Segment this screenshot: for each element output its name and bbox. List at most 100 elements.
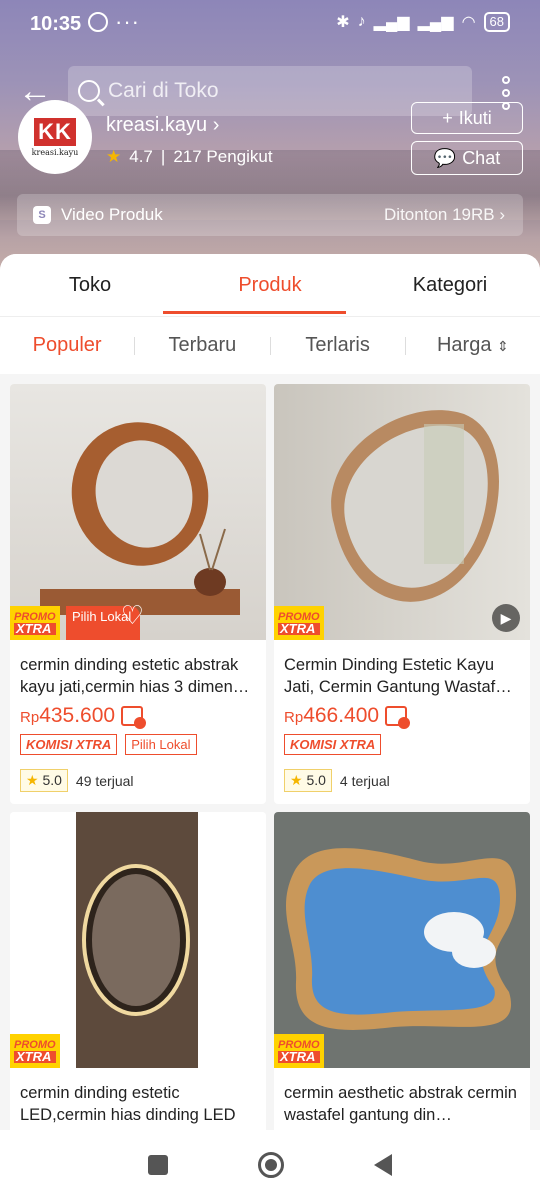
plus-icon: + [442, 107, 453, 128]
sort-bar: Populer Terbaru Terlaris Harga ⇕ [0, 316, 540, 374]
price-currency: Rp [20, 709, 40, 726]
promo-xtra-badge: PROMO XTRA [274, 1034, 324, 1068]
status-bar: 10:35 ··· ✱ ♪ ▂▄▆ ▂▄▆ ◠ 68 [0, 0, 540, 48]
follow-button[interactable]: + Ikuti [411, 102, 523, 134]
chat-button[interactable]: 💬 Chat [411, 141, 523, 175]
signal-icon-2: ▂▄▆ [417, 14, 454, 31]
sort-harga[interactable]: Harga ⇕ [406, 334, 540, 357]
chevron-right-icon: › [212, 114, 220, 136]
rating-box: ★ 5.0 [284, 769, 332, 792]
price-value: 435.600 [39, 704, 116, 727]
product-tags: KOMISI XTRA [274, 728, 530, 755]
product-rating: 5.0 [42, 772, 62, 788]
search-icon [78, 80, 100, 102]
xtra-label: XTRA [278, 622, 320, 635]
product-rating-row: ★ 5.0 4 terjual [274, 755, 530, 792]
shop-name: kreasi.kayu [106, 114, 208, 136]
rating-box: ★ 5.0 [20, 769, 68, 792]
product-card[interactable]: PROMO XTRA cermin dinding estetic LED,ce… [10, 812, 266, 1152]
shop-rating: 4.7 [129, 147, 153, 166]
follow-label: Ikuti [458, 107, 492, 128]
cod-icon [385, 706, 411, 729]
product-card[interactable]: PROMO XTRA cermin aesthetic abstrak cerm… [274, 812, 530, 1152]
video-views-text: Ditonton 19RB [384, 205, 495, 224]
chat-icon: 💬 [433, 147, 457, 168]
chat-label: Chat [462, 147, 501, 168]
mirror-illustration [331, 410, 499, 602]
product-title: cermin dinding estetic LED,cermin hias d… [20, 1084, 236, 1124]
home-button[interactable] [258, 1152, 284, 1178]
tag-komisi-xtra: KOMISI XTRA [284, 734, 382, 755]
star-icon: ★ [106, 147, 122, 166]
sort-harga-label: Harga [436, 334, 492, 356]
product-title: cermin aesthetic abstrak cermin wastafel… [284, 1084, 517, 1124]
system-nav-bar [0, 1130, 540, 1200]
product-image: PROMO XTRA ▶ [274, 384, 530, 640]
sort-terlaris[interactable]: Terlaris [271, 334, 405, 357]
product-card[interactable]: PROMO XTRA ▶ Cermin Dinding Estetic Kayu… [274, 384, 530, 804]
search-placeholder: Cari di Toko [108, 79, 219, 102]
shop-name-link[interactable]: kreasi.kayu › [106, 114, 219, 137]
product-sold: 4 terjual [339, 772, 390, 789]
product-sold: 49 terjual [75, 772, 134, 789]
promo-xtra-badge: PROMO XTRA [10, 606, 60, 640]
recent-apps-button[interactable] [148, 1155, 168, 1175]
video-products-bar[interactable]: S Video Produk Ditonton 19RB › [17, 194, 523, 236]
heart-icon: ♡ [120, 600, 144, 630]
mirror-illustration [76, 812, 198, 1068]
content-panel: Toko Produk Kategori Populer Terbaru Ter… [0, 254, 540, 1200]
video-play-icon[interactable]: ▶ [492, 604, 520, 632]
pilih-lokal-badge: Pilih Lokal ♡ [66, 602, 144, 640]
tag-pilih-lokal: Pilih Lokal [125, 734, 197, 755]
mute-icon: ♪ [357, 13, 366, 30]
sort-terbaru[interactable]: Terbaru [135, 334, 269, 357]
status-time: 10:35 [30, 13, 82, 35]
price-currency: Rp [284, 709, 304, 726]
product-rating-row: ★ 5.0 49 terjual [10, 755, 266, 792]
product-image: PROMO XTRA Pilih Lokal ♡ [10, 384, 266, 640]
product-image: PROMO XTRA [10, 812, 266, 1068]
signal-icon: ▂▄▆ [373, 14, 410, 31]
tab-produk[interactable]: Produk [180, 254, 360, 316]
sort-populer[interactable]: Populer [0, 334, 134, 357]
wifi-icon: ◠ [461, 14, 476, 31]
video-icon: S [33, 206, 51, 224]
active-tab-indicator [163, 311, 346, 314]
star-icon: ★ [290, 772, 303, 788]
whatsapp-icon [88, 12, 108, 32]
product-card[interactable]: PROMO XTRA Pilih Lokal ♡ cermin dinding … [10, 384, 266, 804]
tag-komisi-xtra: KOMISI XTRA [20, 734, 118, 755]
sort-toggle-icon: ⇕ [497, 338, 509, 354]
shop-logo-sub: kreasi.kayu [31, 147, 79, 157]
shop-logo-text: KK [34, 117, 76, 146]
price-value: 466.400 [303, 704, 380, 727]
xtra-label: XTRA [14, 622, 56, 635]
promo-xtra-badge: PROMO XTRA [10, 1034, 60, 1068]
cod-icon [121, 706, 147, 729]
product-rating: 5.0 [306, 772, 326, 788]
product-tags: KOMISI XTRA Pilih Lokal [10, 728, 266, 755]
tab-kategori[interactable]: Kategori [360, 254, 540, 316]
product-price: Rp466.400 [274, 700, 530, 729]
shop-avatar[interactable]: KK kreasi.kayu [18, 100, 92, 174]
back-button[interactable] [374, 1154, 392, 1176]
star-icon: ★ [26, 772, 39, 788]
xtra-label: XTRA [14, 1050, 56, 1063]
shop-followers: 217 Pengikut [173, 147, 273, 166]
product-image: PROMO XTRA [274, 812, 530, 1068]
product-price: Rp435.600 [10, 700, 266, 729]
more-notifications-icon: ··· [115, 9, 140, 34]
xtra-label: XTRA [278, 1050, 320, 1063]
shop-tabs: Toko Produk Kategori [0, 254, 540, 316]
promo-xtra-badge: PROMO XTRA [274, 606, 324, 640]
battery-indicator: 68 [483, 12, 510, 32]
product-title: cermin dinding estetic abstrak kayu jati… [20, 656, 250, 696]
mirror-illustration [285, 848, 517, 1030]
video-label: Video Produk [61, 205, 163, 224]
stats-separator: | [160, 147, 166, 166]
video-views: Ditonton 19RB › [384, 205, 505, 224]
tab-toko[interactable]: Toko [0, 254, 180, 316]
shop-stats: ★ 4.7 | 217 Pengikut [106, 147, 273, 167]
product-title: Cermin Dinding Estetic Kayu Jati, Cermin… [284, 656, 512, 696]
bluetooth-icon: ✱ [336, 14, 350, 31]
